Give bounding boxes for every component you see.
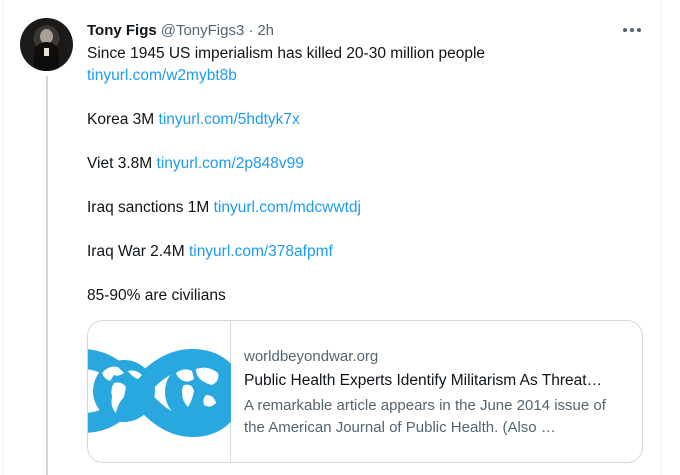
author-name[interactable]: Tony Figs: [87, 22, 157, 39]
timeline-border-left: [2, 0, 3, 475]
tweet-link[interactable]: tinyurl.com/mdcwwtdj: [214, 199, 361, 216]
tweet-line: Iraq War 2.4M tinyurl.com/378afpmf: [87, 243, 333, 260]
tweet-line: Since 1945 US imperialism has killed 20-…: [87, 45, 486, 62]
tweet-link[interactable]: tinyurl.com/378afpmf: [189, 243, 333, 260]
tweet-link[interactable]: tinyurl.com/2p848v99: [157, 155, 304, 172]
more-options-button[interactable]: [620, 19, 644, 41]
more-horizontal-icon: [623, 28, 627, 32]
card-description: A remarkable article appears in the June…: [244, 397, 606, 436]
card-text-block: worldbeyondwar.org Public Health Experts…: [231, 321, 642, 462]
tweet-timestamp[interactable]: 2h: [257, 22, 274, 39]
more-horizontal-icon: [637, 28, 641, 32]
tweet-link[interactable]: tinyurl.com/w2mybt8b: [87, 67, 237, 84]
card-title: Public Health Experts Identify Militaris…: [244, 372, 603, 389]
tweet-header: Tony Figs @TonyFigs3 · 2h: [87, 19, 274, 41]
timeline-border-right: [661, 0, 662, 475]
more-horizontal-icon: [630, 28, 634, 32]
tweet-line: Viet 3.8M tinyurl.com/2p848v99: [87, 155, 304, 172]
card-thumbnail: [88, 321, 243, 462]
link-preview-card[interactable]: worldbeyondwar.org Public Health Experts…: [87, 320, 643, 463]
tweet-link[interactable]: tinyurl.com/5hdtyk7x: [159, 111, 300, 128]
world-beyond-war-logo-icon: [88, 348, 243, 438]
thread-connector-line: [46, 76, 48, 475]
author-avatar[interactable]: [20, 18, 73, 71]
card-domain: worldbeyondwar.org: [244, 348, 379, 365]
avatar-highlight: [44, 48, 49, 56]
tweet-line: 85-90% are civilians: [87, 287, 226, 304]
header-separator: ·: [248, 21, 254, 39]
author-handle[interactable]: @TonyFigs3: [161, 22, 245, 39]
tweet-line: Iraq sanctions 1M tinyurl.com/mdcwwtdj: [87, 199, 361, 216]
tweet-line: Korea 3M tinyurl.com/5hdtyk7x: [87, 111, 300, 128]
avatar-figure: [34, 42, 59, 71]
tweet-text: Since 1945 US imperialism has killed 20-…: [87, 43, 647, 307]
tweet-line: tinyurl.com/w2mybt8b: [87, 65, 647, 87]
